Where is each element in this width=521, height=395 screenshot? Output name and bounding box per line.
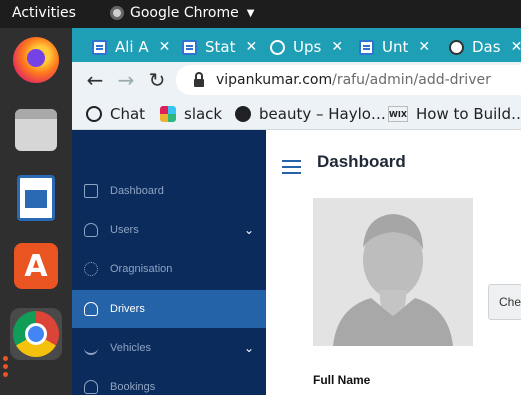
dock: A xyxy=(0,28,72,395)
browser-toolbar: ← → ↻ vipankumar.com/rafu/admin/add-driv… xyxy=(72,62,521,98)
running-indicator xyxy=(3,356,8,380)
close-icon[interactable]: ✕ xyxy=(159,39,171,55)
page-viewport: Dashboard Users ⌄ Oragnisation Drivers V… xyxy=(72,130,521,395)
tab-label: Ali A xyxy=(115,38,149,56)
sidebar-item-label: Drivers xyxy=(110,303,145,315)
chat-icon xyxy=(86,106,102,122)
firefox-icon xyxy=(13,37,59,83)
sidebar-item-label: Dashboard xyxy=(110,185,164,197)
dock-app-center[interactable]: A xyxy=(10,240,62,292)
sidebar-item-users[interactable]: Users ⌄ xyxy=(72,211,266,249)
bookings-icon xyxy=(84,380,98,394)
sidebar-item-label: Vehicles xyxy=(110,342,151,354)
tab-label: Das xyxy=(472,38,501,56)
sidebar-item-organisation[interactable]: Oragnisation xyxy=(72,250,266,288)
activities-button[interactable]: Activities xyxy=(12,5,76,21)
caret-down-icon: ▼ xyxy=(246,7,255,19)
address-bar[interactable]: vipankumar.com/rafu/admin/add-driver xyxy=(176,65,521,95)
chevron-down-icon: ⌄ xyxy=(243,341,254,355)
main-content: Dashboard Che Full Name xyxy=(266,130,521,395)
docs-icon xyxy=(92,39,107,55)
page-title: Dashboard xyxy=(317,152,406,171)
close-icon[interactable]: ✕ xyxy=(511,39,521,55)
tab-label: Ups xyxy=(293,38,322,56)
page-header: Dashboard xyxy=(266,130,521,198)
globe-icon xyxy=(449,39,464,55)
files-icon xyxy=(15,109,57,151)
sidebar-item-label: Bookings xyxy=(110,381,156,393)
bookmarks-bar: Chat slack beauty – Haylo… WIX How to Bu… xyxy=(72,98,521,130)
drivers-icon xyxy=(84,302,98,316)
lock-icon xyxy=(194,72,204,87)
tab-1[interactable]: Ali A ✕ xyxy=(92,34,170,60)
profile-placeholder-icon xyxy=(313,198,473,346)
docs-icon xyxy=(182,39,197,55)
sidebar-item-label: Users xyxy=(110,224,139,236)
bookmark-chat[interactable]: Chat xyxy=(86,103,145,125)
close-icon[interactable]: ✕ xyxy=(245,39,257,55)
dock-firefox[interactable] xyxy=(10,34,62,86)
sidebar-item-bookings[interactable]: Bookings xyxy=(72,368,266,395)
app-menu-label: Google Chrome xyxy=(130,5,239,21)
vehicles-icon xyxy=(84,341,98,355)
tab-strip: Ali A ✕ Stat ✕ Ups ✕ Unt ✕ Das ✕ xyxy=(72,28,521,62)
bookmark-label: slack xyxy=(184,105,223,123)
close-icon[interactable]: ✕ xyxy=(418,39,430,55)
add-driver-form: Che Full Name xyxy=(266,198,521,395)
chatgpt-icon xyxy=(270,39,285,55)
hamburger-menu-icon[interactable] xyxy=(282,160,301,174)
url-path: /rafu/admin/add-driver xyxy=(332,72,491,88)
bookmark-beauty[interactable]: beauty – Haylo… xyxy=(235,103,386,125)
dock-writer[interactable] xyxy=(10,172,62,224)
reload-button[interactable]: ↻ xyxy=(144,67,170,93)
chrome-icon xyxy=(13,311,59,357)
tab-5[interactable]: Das ✕ xyxy=(449,34,521,60)
chrome-menu-icon xyxy=(110,6,124,20)
app-center-icon: A xyxy=(14,243,58,289)
close-icon[interactable]: ✕ xyxy=(331,39,343,55)
tab-label: Unt xyxy=(382,38,409,56)
admin-sidebar: Dashboard Users ⌄ Oragnisation Drivers V… xyxy=(72,130,266,395)
bookmark-slack[interactable]: slack xyxy=(160,103,222,125)
dashboard-icon xyxy=(84,184,98,198)
wix-icon: WIX xyxy=(388,106,408,122)
app-menu[interactable]: Google Chrome ▼ xyxy=(110,5,254,21)
chevron-down-icon: ⌄ xyxy=(243,223,254,237)
url-host: vipankumar.com xyxy=(216,72,333,88)
chrome-window: Ali A ✕ Stat ✕ Ups ✕ Unt ✕ Das ✕ ← → ↻ v… xyxy=(72,28,521,395)
forward-button[interactable]: → xyxy=(113,67,139,93)
libreoffice-writer-icon xyxy=(17,175,55,221)
globe-icon xyxy=(235,106,251,122)
bookmark-label: beauty – Haylo… xyxy=(259,105,386,123)
full-name-label: Full Name xyxy=(313,373,371,387)
bookmark-label: Chat xyxy=(110,105,146,123)
dock-files[interactable] xyxy=(10,104,62,156)
gnome-top-bar: Activities Google Chrome ▼ xyxy=(0,0,521,28)
choose-file-button[interactable]: Che xyxy=(488,284,521,320)
dock-chrome[interactable] xyxy=(10,308,62,360)
bookmark-label: How to Build… xyxy=(416,105,521,123)
tab-label: Stat xyxy=(205,38,236,56)
organisation-icon xyxy=(84,262,98,276)
docs-icon xyxy=(359,39,374,55)
back-button[interactable]: ← xyxy=(82,67,108,93)
tab-2[interactable]: Stat ✕ xyxy=(182,34,257,60)
sidebar-item-label: Oragnisation xyxy=(110,263,173,275)
tab-4[interactable]: Unt ✕ xyxy=(359,34,430,60)
slack-icon xyxy=(160,106,176,122)
tab-3[interactable]: Ups ✕ xyxy=(270,34,343,60)
sidebar-item-drivers[interactable]: Drivers xyxy=(72,290,266,328)
bookmark-wix[interactable]: WIX How to Build… xyxy=(388,103,521,125)
sidebar-item-vehicles[interactable]: Vehicles ⌄ xyxy=(72,329,266,367)
sidebar-item-dashboard[interactable]: Dashboard xyxy=(72,172,266,210)
users-icon xyxy=(84,223,98,237)
